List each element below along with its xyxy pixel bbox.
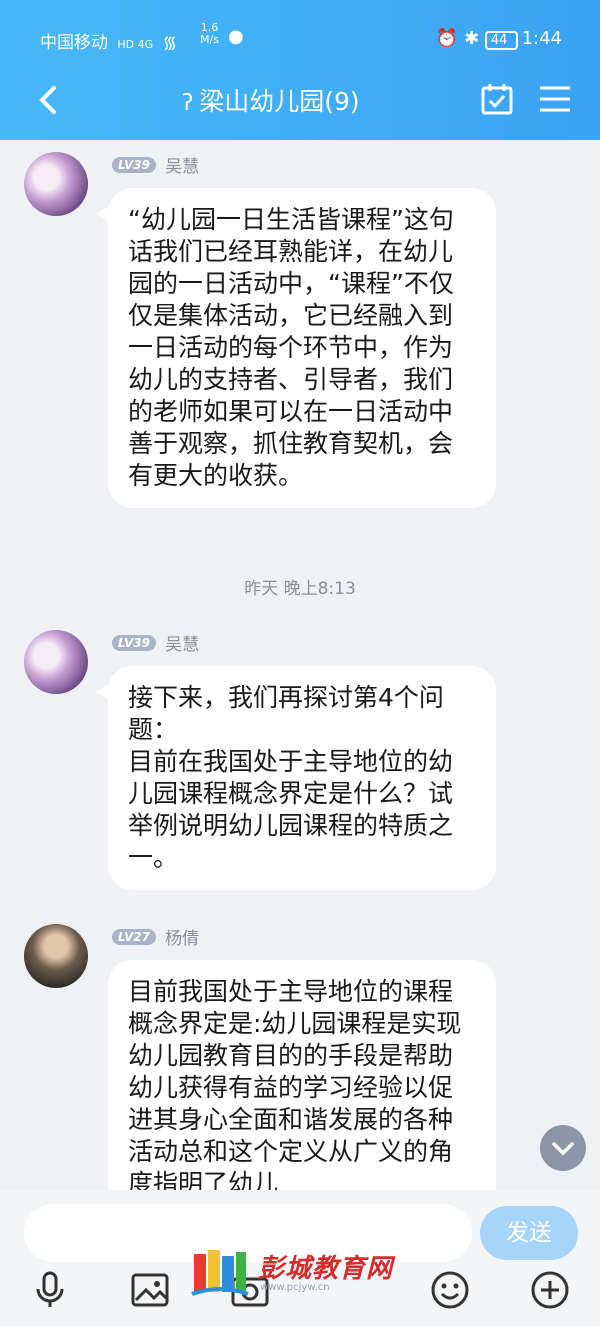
network-speed: 1.6 M/s (200, 21, 219, 46)
books-logo-icon (191, 1250, 249, 1296)
alarm-icon: ⏰ (435, 28, 459, 49)
back-icon[interactable] (32, 78, 72, 122)
level-badge: LV27 (112, 928, 156, 945)
carrier-label: 中国移动 (40, 33, 108, 53)
message-icon: ● (228, 26, 244, 47)
chevron-down-icon (552, 1142, 574, 1156)
avatar[interactable] (24, 924, 88, 988)
avatar[interactable] (24, 152, 88, 216)
status-bar: 中国移动 HD 4G ᯾ 1.6 M/s ● ⏰ ✱ 44 1:44 (0, 0, 600, 72)
clock-time: 1:44 (521, 28, 562, 49)
message-bubble[interactable]: 目前我国处于主导地位的课程概念界定是:幼儿园课程是实现幼儿园教育目的的手段是帮助… (108, 960, 496, 1190)
nav-bar: ʔ 梁山幼儿园(9) (0, 72, 600, 128)
sender-name: 吴慧 (165, 635, 200, 655)
image-icon[interactable] (130, 1270, 170, 1310)
sender-name: 吴慧 (165, 157, 200, 177)
input-panel: 发送 彭城教育网 www.pcjyw.cn (0, 1190, 600, 1326)
level-badge: LV39 (112, 156, 156, 173)
watermark-url: www.pcjyw.cn (260, 1282, 330, 1293)
send-button[interactable]: 发送 (480, 1206, 578, 1260)
battery-icon: 44 (484, 31, 518, 50)
scroll-down-button[interactable] (540, 1125, 586, 1171)
ear-icon: ʔ (182, 91, 194, 116)
network-label: HD 4G (117, 38, 154, 51)
message-bubble[interactable]: “幼儿园一日生活皆课程”这句话我们已经耳熟能详，在幼儿园的一日活动中，“课程”不… (96, 188, 496, 508)
sender-meta: LV39 吴慧 (112, 152, 199, 177)
watermark-title: 彭城教育网 (258, 1254, 394, 1284)
microphone-icon[interactable] (30, 1270, 70, 1310)
emoji-icon[interactable] (430, 1270, 470, 1310)
calendar-check-icon[interactable] (480, 82, 514, 116)
header-bar: 中国移动 HD 4G ᯾ 1.6 M/s ● ⏰ ✱ 44 1:44 ʔ 梁山幼儿… (0, 0, 600, 140)
add-icon[interactable] (530, 1270, 570, 1310)
chat-title: ʔ 梁山幼儿园(9) (182, 87, 360, 116)
level-badge: LV39 (112, 634, 156, 651)
timestamp-label: 昨天 晚上8:13 (244, 579, 356, 599)
wifi-icon: ᯾ (162, 33, 178, 53)
message-bubble[interactable]: 接下来，我们再探讨第4个问题： 目前在我国处于主导地位的幼儿园课程概念界定是什么… (96, 666, 496, 890)
avatar[interactable] (24, 630, 88, 694)
sender-name: 杨倩 (165, 929, 200, 949)
sender-meta: LV27 杨倩 (112, 924, 199, 949)
menu-icon[interactable] (538, 84, 572, 114)
watermark-logo: 彭城教育网 www.pcjyw.cn (190, 1246, 410, 1302)
sender-meta: LV39 吴慧 (112, 630, 199, 655)
chat-list[interactable]: LV39 吴慧 “幼儿园一日生活皆课程”这句话我们已经耳熟能详，在幼儿园的一日活… (0, 140, 600, 1190)
bluetooth-icon: ✱ (464, 28, 480, 49)
